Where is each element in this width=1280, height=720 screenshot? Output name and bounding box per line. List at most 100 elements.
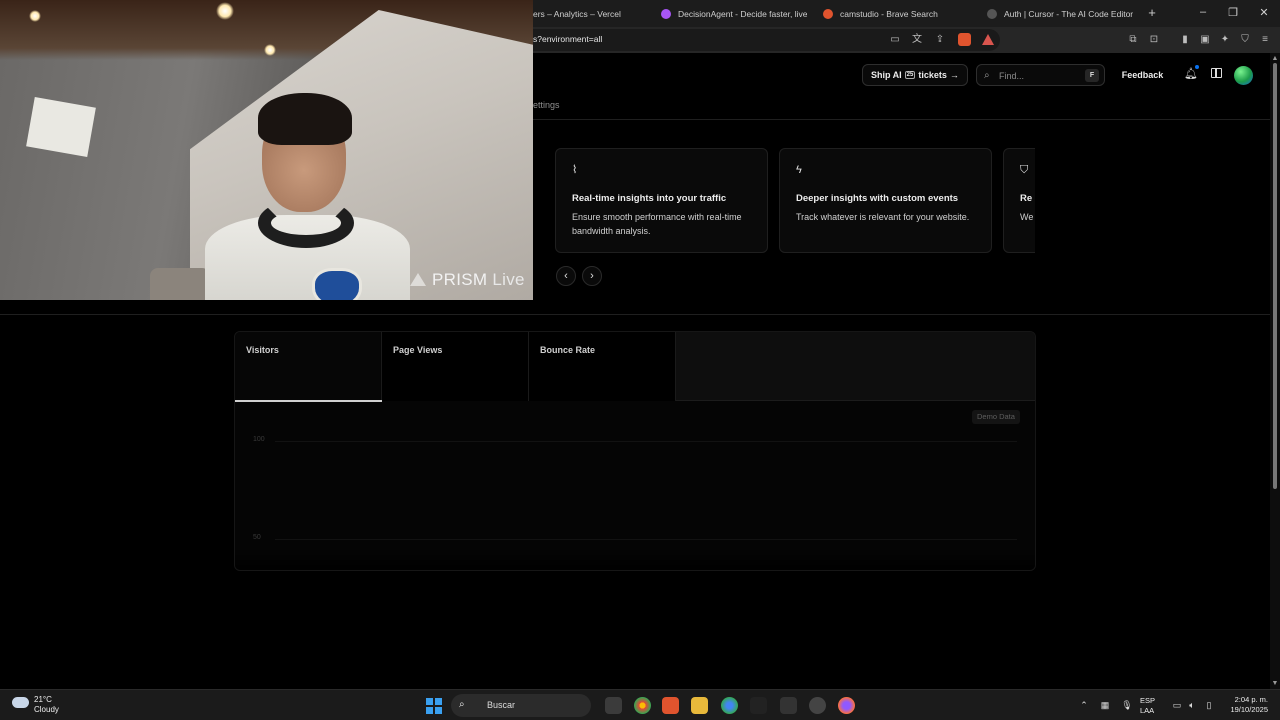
prism-live-logo: PRISM Live (410, 270, 525, 290)
carousel-prev-button[interactable]: ‹ (556, 266, 576, 286)
task-view-icon[interactable] (605, 697, 622, 714)
feedback-button[interactable]: Feedback (1113, 64, 1172, 86)
page-scrollbar[interactable]: ▲ ▼ (1270, 53, 1280, 689)
obs-icon[interactable] (809, 697, 826, 714)
translate-icon[interactable]: 文 (910, 33, 924, 47)
tab-bounce-rate[interactable]: Bounce Rate (529, 332, 676, 401)
feature-card-clipped: ⛉ Re We and (1003, 148, 1035, 253)
keyboard-layout: LAA (1140, 706, 1155, 715)
tab-bounce-rate-label: Bounce Rate (540, 345, 596, 355)
tab-settings[interactable]: ettings (533, 100, 560, 110)
prism-brand-suffix: Live (492, 270, 525, 289)
taskbar-search-label: Buscar (487, 700, 516, 710)
new-tab-button[interactable]: + (1145, 6, 1159, 20)
feature-card-title: Re (1020, 193, 1033, 204)
volume-icon[interactable]: 🔈︎ (1186, 699, 1198, 711)
decisionagent-favicon-icon (661, 8, 671, 19)
y-axis-tick: 100 (253, 436, 265, 443)
brave-rewards-icon[interactable] (981, 33, 995, 47)
scroll-up-icon[interactable]: ▲ (1271, 55, 1279, 62)
shield-icon: ⛉ (1020, 164, 1029, 176)
tab-title: camstudio - Brave Search (840, 8, 938, 19)
headphones (258, 198, 354, 248)
network-icon[interactable]: ▭ (1171, 699, 1183, 711)
minimize-icon[interactable]: – (1196, 6, 1210, 18)
battery-icon[interactable]: ▯ (1203, 699, 1215, 711)
chrome-profile-icon[interactable] (721, 697, 738, 714)
restore-icon[interactable]: ❐ (1226, 6, 1240, 19)
feature-card-description: Track whatever is relevant for your webs… (796, 212, 970, 222)
brave-shields-icon[interactable] (957, 33, 971, 47)
search-icon: ⌕ (459, 699, 465, 710)
demo-data-badge: Demo Data (972, 410, 1020, 424)
scroll-down-icon[interactable]: ▼ (1271, 680, 1279, 687)
brave-icon[interactable] (662, 697, 679, 714)
menu-icon[interactable]: ≡ (1258, 33, 1272, 47)
cursor-app-icon[interactable] (750, 697, 767, 714)
chart-line-icon: ⌇ (572, 164, 578, 176)
tab-visitors[interactable]: Visitors (235, 332, 382, 402)
ceiling-lamp (216, 2, 234, 20)
search-icon: ⌕ (984, 70, 990, 81)
firefox-icon[interactable] (838, 697, 855, 714)
weather-description: Cloudy (34, 705, 59, 714)
notification-dot (1195, 65, 1199, 69)
chart-fade (235, 547, 1035, 570)
ceiling-lamp (29, 10, 41, 22)
chrome-icon[interactable] (634, 697, 651, 714)
feature-card-title: Real-time insights into your traffic (572, 193, 727, 204)
docs-book-icon[interactable] (1211, 68, 1222, 78)
microphone-icon[interactable]: 🎙︎ (1121, 699, 1133, 711)
sidebar-icon[interactable]: ▮ (1178, 33, 1192, 47)
address-bar-url: s?environment=all (533, 34, 603, 44)
carousel-next-button[interactable]: › (582, 266, 602, 286)
share-icon[interactable]: ⇪ (933, 33, 947, 47)
close-window-icon[interactable]: ✕ (1257, 6, 1271, 19)
arrow-right-icon: → (949, 70, 959, 80)
hidden-tray-icon[interactable]: ▦ (1099, 699, 1111, 711)
feature-card: ϟ Deeper insights with custom events Tra… (779, 148, 992, 253)
tab-title: DecisionAgent - Decide faster, live li (678, 8, 807, 19)
tab-cursor-auth[interactable]: Auth | Cursor - The AI Code Editor (987, 0, 1137, 27)
tab-page-views[interactable]: Page Views (382, 332, 529, 401)
file-explorer-icon[interactable] (691, 697, 708, 714)
find-input[interactable]: ⌕ Find... F (976, 64, 1105, 86)
ship-tickets-label: tickets (918, 70, 947, 80)
person-hair (258, 93, 352, 145)
wallet-icon[interactable]: ▣ (1198, 33, 1212, 47)
brave-search-favicon-icon (823, 8, 833, 19)
prism-logo-icon (410, 273, 426, 286)
tab-decisionagent[interactable]: DecisionAgent - Decide faster, live li (661, 0, 807, 27)
scrollbar-thumb[interactable] (1273, 63, 1277, 489)
ceiling-lamp (264, 44, 276, 56)
chevron-up-icon[interactable]: ⌃ (1078, 699, 1090, 711)
webcam-overlay: PRISM Live (0, 0, 533, 300)
feature-card-description: Ensure smooth performance with real-time… (572, 212, 742, 236)
language-indicator[interactable]: ESP (1140, 696, 1155, 705)
extensions-icon[interactable]: ⧉ (1126, 33, 1140, 47)
leo-ai-icon[interactable]: ✦ (1218, 33, 1232, 47)
vpn-icon[interactable]: ⛉ (1238, 33, 1252, 47)
app-icon[interactable] (780, 697, 797, 714)
avatar[interactable] (1234, 66, 1253, 85)
tab-search-icon[interactable]: ⊡ (1147, 33, 1161, 47)
prism-brand: PRISM (432, 270, 488, 289)
tab-visitors-label: Visitors (246, 345, 279, 355)
feature-card-title: Deeper insights with custom events (796, 193, 959, 204)
ship-ai-tickets-button[interactable]: Ship AI 25 tickets → (862, 64, 968, 86)
y-axis-tick: 50 (253, 534, 261, 541)
windows-taskbar: 21°C Cloudy ⌕ Buscar ⌃ ▦ 🎙︎ ESP LAA ▭ 🔈︎… (0, 689, 1280, 720)
chair (150, 268, 210, 300)
bolt-icon: ϟ (796, 164, 802, 176)
find-shortcut-key: F (1085, 69, 1099, 82)
cast-icon[interactable]: ▭ (888, 33, 902, 47)
cloud-icon (12, 697, 29, 708)
windows-start-icon[interactable] (426, 698, 442, 714)
tab-vercel-analytics[interactable]: ers – Analytics – Vercel (533, 0, 653, 27)
tab-brave-search[interactable]: camstudio - Brave Search (823, 0, 973, 27)
feature-card-description: We and (1020, 212, 1035, 222)
metric-tabs-empty (676, 332, 1035, 400)
taskbar-search[interactable]: ⌕ Buscar (451, 694, 591, 717)
clock-time[interactable]: 2:04 p. m. (1235, 695, 1268, 704)
chart-gridline (275, 539, 1017, 540)
